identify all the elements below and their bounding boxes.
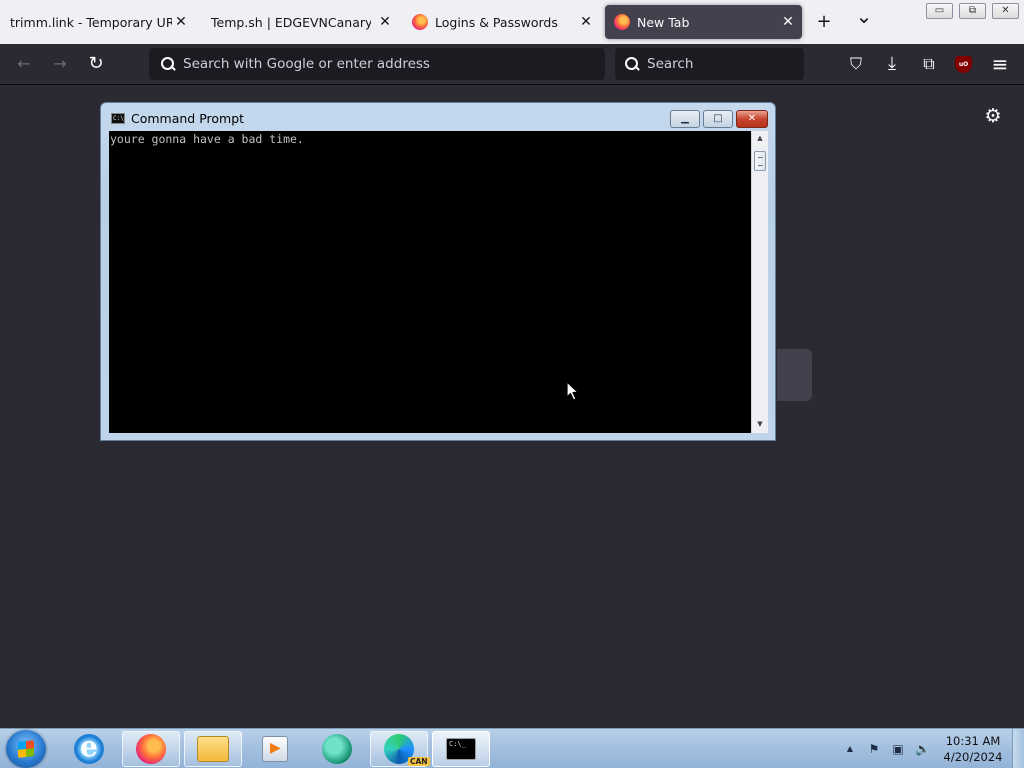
file-explorer-icon — [197, 736, 229, 762]
scroll-down-arrow-icon[interactable]: ▼ — [752, 417, 768, 431]
restore-window-button[interactable]: ⧉ — [959, 3, 986, 19]
ie-icon — [74, 730, 104, 764]
tab-label: Logins & Passwords — [435, 14, 558, 30]
close-tab-icon[interactable]: ✕ — [173, 14, 189, 30]
extensions-icon[interactable]: ⧉ — [917, 52, 941, 76]
taskbar-internet-explorer[interactable] — [60, 730, 118, 767]
scroll-up-arrow-icon[interactable]: ▲ — [752, 131, 768, 145]
cmd-maximize-button[interactable]: □ — [703, 110, 733, 128]
taskbar-media-player[interactable] — [246, 731, 304, 767]
ublock-origin-icon[interactable]: uO — [955, 56, 972, 73]
search-bar[interactable]: Search — [615, 48, 804, 80]
address-bar[interactable]: Search with Google or enter address — [149, 48, 605, 80]
tab-label: Temp.sh | EDGEVNCanary.exe — [211, 14, 371, 30]
app-icon — [322, 734, 352, 764]
start-button[interactable] — [6, 730, 46, 768]
tab-trimm-link[interactable]: trimm.link - Temporary URL sh ✕ — [10, 5, 195, 39]
taskbar: CAN C:\_ ▲ ⚑ ▣ 🔈 10:31 AM 4/20/2024 — [0, 728, 1024, 768]
search-icon — [161, 57, 175, 71]
network-icon[interactable]: ▣ — [891, 742, 905, 756]
forward-button[interactable]: → — [48, 52, 72, 76]
tab-strip: trimm.link - Temporary URL sh ✕ Temp.sh … — [0, 0, 1024, 44]
edge-canary-icon: CAN — [384, 734, 430, 766]
tab-logins-passwords[interactable]: Logins & Passwords ✕ — [412, 5, 600, 39]
console-area[interactable]: youre gonna have a bad time. — [109, 131, 751, 433]
address-bar-placeholder: Search with Google or enter address — [183, 56, 430, 72]
scrollbar-thumb[interactable] — [754, 151, 766, 171]
reload-button[interactable]: ↻ — [84, 52, 108, 76]
console-scrollbar[interactable]: ▲ ▼ — [751, 131, 768, 433]
cmd-minimize-button[interactable]: ▁ — [670, 110, 700, 128]
cmd-icon: C:\_ — [446, 738, 476, 760]
shortcut-tile[interactable] — [777, 349, 812, 401]
taskbar-command-prompt[interactable]: C:\_ — [432, 731, 490, 767]
tab-new-tab[interactable]: New Tab ✕ — [605, 5, 802, 39]
search-icon — [625, 57, 639, 71]
command-prompt-window[interactable]: C:\ Command Prompt ▁ □ ✕ youre gonna hav… — [100, 102, 776, 441]
firefox-icon — [412, 14, 428, 30]
tab-label: New Tab — [637, 14, 690, 30]
taskbar-firefox[interactable] — [122, 731, 180, 767]
navigation-toolbar: ← → ↻ Search with Google or enter addres… — [0, 44, 1024, 85]
newtab-settings-icon[interactable]: ⚙ — [982, 105, 1004, 127]
tab-temp-sh[interactable]: Temp.sh | EDGEVNCanary.exe ✕ — [211, 5, 399, 39]
pocket-icon[interactable]: ⛉ — [844, 52, 868, 76]
volume-muted-icon[interactable]: 🔈 — [915, 742, 930, 756]
close-tab-icon[interactable]: ✕ — [578, 14, 594, 30]
action-center-flag-icon[interactable]: ⚑ — [867, 742, 881, 756]
media-player-icon — [262, 736, 288, 762]
console-output: youre gonna have a bad time. — [110, 132, 304, 146]
show-desktop-button[interactable] — [1012, 729, 1024, 768]
clock-time: 10:31 AM — [945, 734, 1001, 748]
list-all-tabs-button[interactable]: ⌄ — [851, 3, 877, 29]
cmd-window-icon: C:\ — [111, 113, 125, 124]
mouse-cursor-icon — [566, 381, 579, 401]
minimize-window-button[interactable]: ▭ — [926, 3, 953, 19]
firefox-icon — [614, 14, 630, 30]
window-title: Command Prompt — [131, 111, 245, 126]
downloads-icon[interactable]: ⤓ — [880, 52, 904, 76]
system-clock[interactable]: 10:31 AM 4/20/2024 — [940, 733, 1006, 765]
taskbar-app[interactable] — [308, 731, 366, 767]
close-tab-icon[interactable]: ✕ — [377, 14, 393, 30]
new-tab-button[interactable]: + — [811, 9, 837, 35]
close-tab-icon[interactable]: ✕ — [780, 14, 796, 30]
firefox-icon — [136, 734, 166, 764]
show-hidden-icons-button[interactable]: ▲ — [843, 742, 857, 756]
taskbar-file-explorer[interactable] — [184, 731, 242, 767]
command-prompt-titlebar[interactable]: C:\ Command Prompt ▁ □ ✕ — [101, 103, 775, 133]
taskbar-edge-canary[interactable]: CAN — [370, 731, 430, 767]
back-button[interactable]: ← — [12, 52, 36, 76]
tab-label: trimm.link - Temporary URL sh — [10, 14, 172, 30]
close-window-button[interactable]: ✕ — [992, 3, 1019, 19]
search-bar-placeholder: Search — [647, 56, 694, 72]
cmd-close-button[interactable]: ✕ — [736, 110, 768, 128]
clock-date: 4/20/2024 — [943, 750, 1003, 764]
canary-badge: CAN — [408, 757, 430, 766]
app-menu-button[interactable]: ≡ — [988, 52, 1012, 76]
